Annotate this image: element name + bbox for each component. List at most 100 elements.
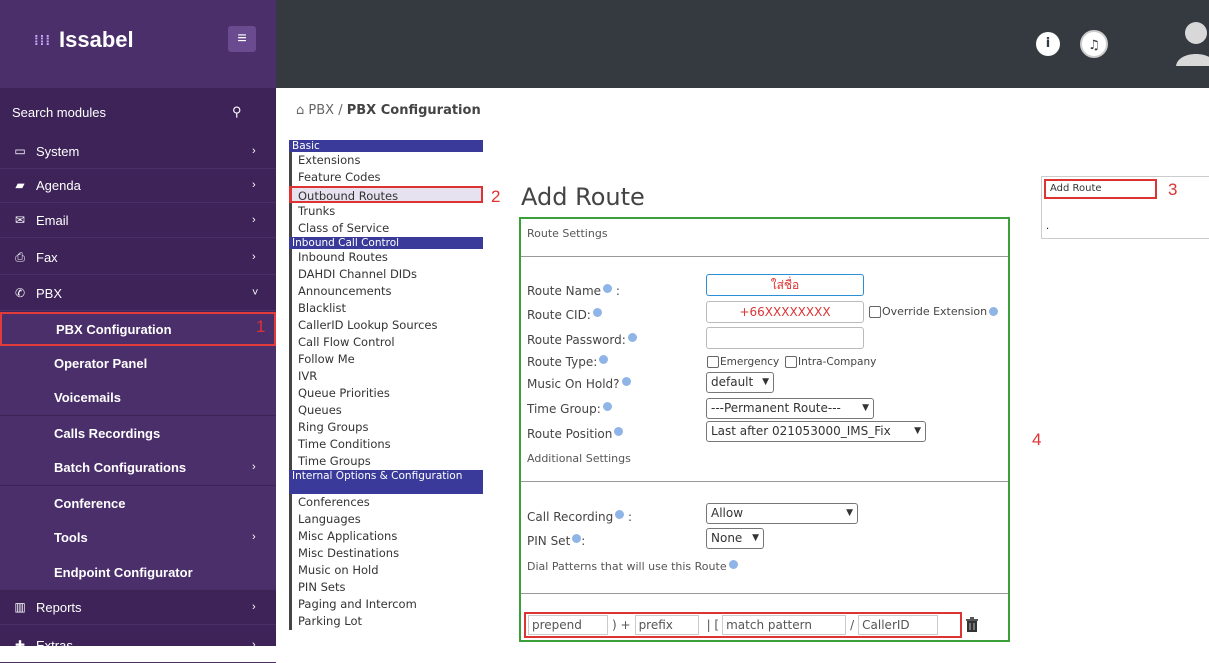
menu-item-conferences[interactable]: Conferences bbox=[289, 494, 483, 511]
menu-item-time-groups[interactable]: Time Groups bbox=[289, 453, 483, 470]
sidebar-item-fax[interactable]: ⎙ Fax › bbox=[0, 240, 276, 275]
menu-item-feature-codes[interactable]: Feature Codes bbox=[289, 169, 483, 186]
menu-item-outbound-routes[interactable]: Outbound Routes bbox=[289, 186, 483, 203]
menu-item-follow-me[interactable]: Follow Me bbox=[289, 351, 483, 368]
pipe-separator: | [ bbox=[706, 618, 720, 632]
help-icon[interactable] bbox=[627, 333, 637, 342]
menu-item-extensions[interactable]: Extensions bbox=[289, 152, 483, 169]
menu-item-pin-sets[interactable]: PIN Sets bbox=[289, 579, 483, 596]
menu-item-paging-intercom[interactable]: Paging and Intercom bbox=[289, 596, 483, 613]
emergency-checkbox[interactable]: Emergency bbox=[707, 356, 779, 368]
menu-item-class-of-service[interactable]: Class of Service bbox=[289, 220, 483, 237]
sidebar-item-label: System bbox=[36, 143, 80, 159]
chevron-right-icon: › bbox=[252, 461, 256, 473]
sidebar-item-operator-panel[interactable]: Operator Panel bbox=[0, 346, 276, 381]
brand-name: Issabel bbox=[59, 27, 134, 52]
menu-item-ivr[interactable]: IVR bbox=[289, 368, 483, 385]
menu-item-misc-destinations[interactable]: Misc Destinations bbox=[289, 545, 483, 562]
help-icon[interactable] bbox=[603, 284, 613, 293]
user-avatar-icon[interactable] bbox=[1176, 20, 1209, 66]
help-icon[interactable] bbox=[728, 560, 738, 569]
sidebar-item-pbx-configuration[interactable]: PBX Configuration bbox=[0, 312, 276, 346]
menu-item-parking-lot[interactable]: Parking Lot bbox=[289, 613, 483, 630]
checkbox-box[interactable] bbox=[707, 356, 719, 368]
menu-item-misc-applications[interactable]: Misc Applications bbox=[289, 528, 483, 545]
call-recording-select[interactable]: Allow ▼ bbox=[706, 503, 858, 524]
search-modules[interactable]: Search modules ⚲ bbox=[0, 94, 276, 130]
breadcrumb-pbx[interactable]: PBX bbox=[308, 103, 334, 118]
sidebar-item-system[interactable]: ▭ System › bbox=[0, 134, 276, 169]
home-icon[interactable]: ⌂ bbox=[296, 103, 304, 118]
intra-company-checkbox[interactable]: Intra-Company bbox=[785, 356, 876, 368]
menu-item-queues[interactable]: Queues bbox=[289, 402, 483, 419]
sidebar-item-endpoint-configurator[interactable]: Endpoint Configurator bbox=[0, 555, 276, 590]
chevron-right-icon: › bbox=[252, 639, 256, 651]
panel-dot: . bbox=[1046, 221, 1050, 232]
help-icon[interactable] bbox=[614, 427, 624, 436]
bell-icon[interactable]: ♫ bbox=[1080, 30, 1108, 58]
menu-item-trunks[interactable]: Trunks bbox=[289, 203, 483, 220]
chevron-right-icon: › bbox=[252, 145, 256, 157]
override-extension-checkbox[interactable]: Override Extension bbox=[869, 305, 999, 318]
time-group-select[interactable]: ---Permanent Route--- ▼ bbox=[706, 398, 874, 419]
route-password-input[interactable] bbox=[706, 327, 864, 349]
match-pattern-input[interactable]: match pattern bbox=[722, 615, 847, 635]
sidebar-item-voicemails[interactable]: Voicemails bbox=[0, 380, 276, 415]
route-cid-input[interactable]: +66XXXXXXXX bbox=[706, 301, 864, 323]
help-icon[interactable] bbox=[989, 307, 999, 316]
music-on-hold-select[interactable]: default ▼ bbox=[706, 372, 774, 393]
menu-item-ring-groups[interactable]: Ring Groups bbox=[289, 419, 483, 436]
prefix-input[interactable]: prefix bbox=[634, 615, 699, 635]
sidebar-item-label: Voicemails bbox=[54, 389, 121, 405]
sidebar-item-calls-recordings[interactable]: Calls Recordings bbox=[0, 416, 276, 451]
breadcrumb-separator: / bbox=[338, 103, 343, 118]
menu-item-blacklist[interactable]: Blacklist bbox=[289, 300, 483, 317]
help-icon[interactable] bbox=[602, 402, 612, 411]
brand-logo[interactable]: ⁞⁞⁞ Issabel bbox=[34, 27, 134, 53]
sidebar-item-email[interactable]: ✉ Email › bbox=[0, 203, 276, 238]
menu-section-basic: Basic bbox=[289, 140, 483, 152]
info-icon[interactable]: i bbox=[1036, 32, 1060, 56]
divider bbox=[521, 481, 1008, 482]
help-icon[interactable] bbox=[592, 308, 602, 317]
emergency-label: Emergency bbox=[720, 356, 780, 368]
checkbox-box[interactable] bbox=[869, 305, 881, 318]
route-name-input[interactable]: ใส่ชื่อ bbox=[706, 274, 864, 296]
menu-item-languages[interactable]: Languages bbox=[289, 511, 483, 528]
sidebar-item-tools[interactable]: Tools › bbox=[0, 520, 276, 555]
music-on-hold-label: Music On Hold? bbox=[527, 377, 631, 391]
menu-item-dahdi-channel-dids[interactable]: DAHDI Channel DIDs bbox=[289, 266, 483, 283]
pin-set-select[interactable]: None ▼ bbox=[706, 528, 764, 549]
pin-set-label: PIN Set: bbox=[527, 534, 586, 548]
menu-item-music-on-hold[interactable]: Music on Hold bbox=[289, 562, 483, 579]
route-name-label-text: Route Name bbox=[527, 284, 602, 298]
route-position-select[interactable]: Last after 021053000_IMS_Fix ▼ bbox=[706, 421, 926, 442]
menu-item-queue-priorities[interactable]: Queue Priorities bbox=[289, 385, 483, 402]
search-icon[interactable]: ⚲ bbox=[232, 104, 242, 120]
callerid-input[interactable]: CallerID bbox=[858, 615, 939, 635]
breadcrumb: ⌂ PBX / PBX Configuration bbox=[296, 103, 481, 118]
menu-item-time-conditions[interactable]: Time Conditions bbox=[289, 436, 483, 453]
menu-item-call-flow-control[interactable]: Call Flow Control bbox=[289, 334, 483, 351]
sidebar-item-pbx[interactable]: ✆ PBX ˅ bbox=[0, 276, 276, 311]
sidebar-item-conference[interactable]: Conference bbox=[0, 486, 276, 521]
hamburger-menu-button[interactable]: ≡ bbox=[228, 26, 256, 52]
prepend-input[interactable]: prepend bbox=[528, 615, 608, 635]
menu-item-callerid-lookup[interactable]: CallerID Lookup Sources bbox=[289, 317, 483, 334]
menu-item-inbound-routes[interactable]: Inbound Routes bbox=[289, 249, 483, 266]
help-icon[interactable] bbox=[621, 377, 631, 386]
sidebar-item-label: Tools bbox=[54, 529, 88, 545]
help-icon[interactable] bbox=[599, 355, 609, 364]
add-route-link[interactable]: Add Route bbox=[1044, 179, 1157, 199]
chevron-down-icon: ▼ bbox=[752, 533, 759, 543]
help-icon[interactable] bbox=[572, 534, 582, 543]
sidebar-item-batch-configurations[interactable]: Batch Configurations › bbox=[0, 450, 276, 485]
sidebar-item-agenda[interactable]: ▰ Agenda › bbox=[0, 168, 276, 203]
book-icon: ▰ bbox=[15, 178, 25, 192]
trash-icon[interactable] bbox=[965, 617, 979, 633]
help-icon[interactable] bbox=[615, 510, 625, 519]
menu-item-announcements[interactable]: Announcements bbox=[289, 283, 483, 300]
annotation-marker-4: 4 bbox=[1032, 430, 1042, 449]
checkbox-box[interactable] bbox=[785, 356, 797, 368]
sidebar-item-reports[interactable]: ▥ Reports › bbox=[0, 590, 276, 625]
